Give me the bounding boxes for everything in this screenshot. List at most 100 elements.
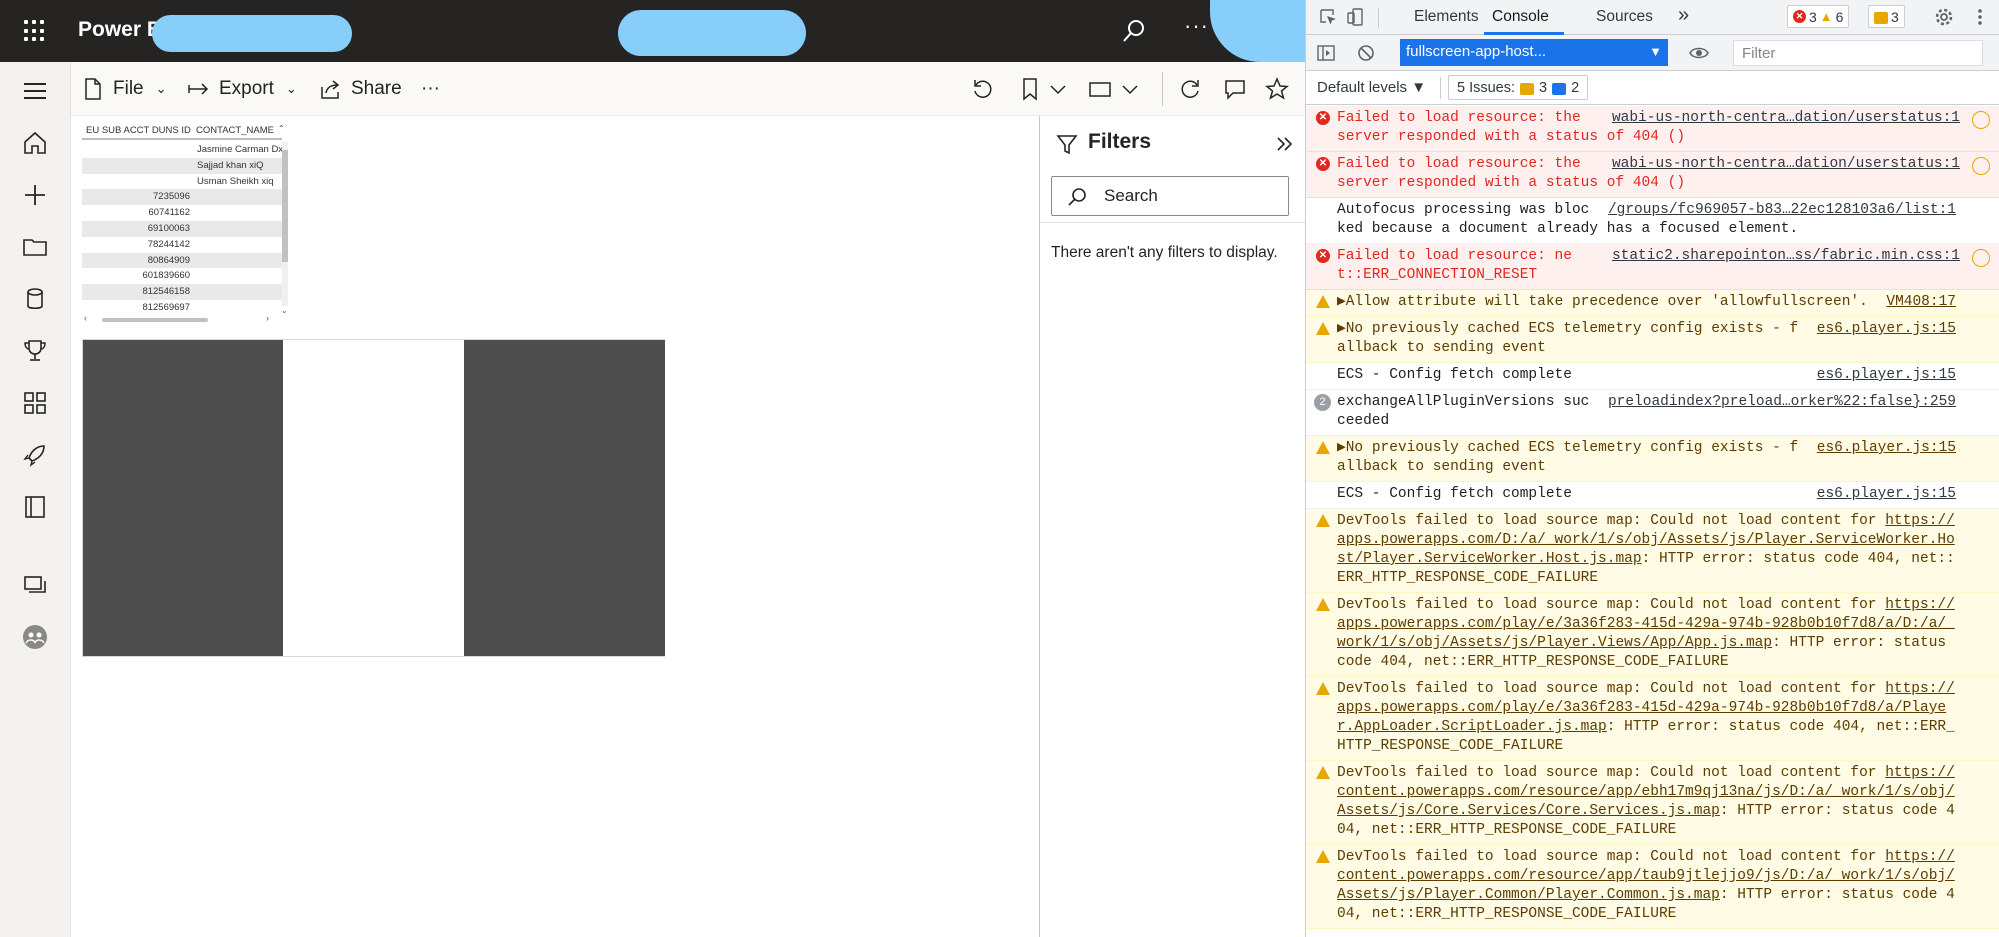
console-message-warn[interactable]: DevTools failed to load source map: Coul… — [1306, 677, 1999, 761]
console-message-warn[interactable]: DevTools failed to load source map: Coul… — [1306, 761, 1999, 845]
table-row[interactable]: Jasmine Carman Dxi — [82, 142, 283, 158]
filters-search-input[interactable]: Search — [1051, 176, 1289, 216]
scrollbar-thumb[interactable] — [102, 318, 208, 322]
issue-icon — [1874, 11, 1888, 24]
chevron-down-icon[interactable] — [1118, 77, 1142, 101]
tab-elements[interactable]: Elements — [1414, 8, 1479, 26]
table-row[interactable]: 812546158 — [82, 284, 282, 300]
source-link[interactable]: es6.player.js:15 — [1817, 439, 1956, 458]
scroll-down-icon[interactable]: ⌄ — [281, 306, 288, 315]
reset-icon[interactable] — [971, 77, 995, 101]
home-icon[interactable] — [22, 130, 48, 156]
console-message-info[interactable]: 2 preloadindex?preload…orker%22:false}:25… — [1306, 390, 1999, 436]
console-message-warn[interactable]: DevTools failed to load source map: Coul… — [1306, 509, 1999, 593]
horizontal-scrollbar[interactable]: ‹ › — [82, 313, 282, 324]
table-row[interactable]: 80864909 — [82, 252, 282, 269]
console-filter-input[interactable]: Filter — [1733, 40, 1983, 66]
console-message-warn[interactable]: DevTools failed to load source map: Coul… — [1306, 845, 1999, 929]
more-tabs-icon[interactable]: » — [1678, 4, 1689, 27]
share-button[interactable]: Share — [319, 75, 402, 103]
tab-sources[interactable]: Sources — [1596, 8, 1653, 26]
goals-trophy-icon[interactable] — [22, 338, 48, 364]
issues-counter-button[interactable]: 5 Issues: 3 2 — [1448, 75, 1589, 100]
app-launcher-icon[interactable] — [22, 18, 48, 44]
clear-console-icon[interactable] — [1356, 43, 1376, 63]
source-link[interactable]: /groups/fc969057-b83…22ec128103a6/list:1 — [1608, 201, 1956, 220]
scroll-left-icon[interactable]: ‹ — [84, 313, 87, 323]
contact-name-cell: Sajjad khan xiQ — [197, 159, 264, 171]
console-message-error[interactable]: ✕ static2.sharepointon…ss/fabric.min.css:… — [1306, 244, 1999, 290]
comment-icon[interactable] — [1223, 77, 1247, 101]
refresh-icon[interactable] — [1178, 77, 1202, 101]
sidebar-toggle-icon[interactable] — [1316, 43, 1336, 63]
favorite-star-icon[interactable] — [1265, 77, 1289, 101]
browse-folder-icon[interactable] — [22, 234, 48, 260]
empty-filters-message: There aren't any filters to display. — [1051, 244, 1278, 261]
source-link[interactable]: es6.player.js:15 — [1817, 320, 1956, 339]
scrollbar-thumb[interactable] — [282, 150, 288, 262]
source-link[interactable]: static2.sharepointon…ss/fabric.min.css:1 — [1612, 247, 1960, 266]
console-message-warn[interactable]: es6.player.js:15 ▶No previously cached EC… — [1306, 436, 1999, 482]
source-link[interactable]: es6.player.js:15 — [1817, 485, 1956, 504]
device-toolbar-icon[interactable] — [1346, 7, 1366, 27]
message-text: ▶No previously cached ECS telemetry conf… — [1337, 321, 1799, 356]
more-vertical-icon[interactable] — [1970, 7, 1990, 27]
console-message-error[interactable]: ✕ wabi-us-north-centra…dation/userstatus:… — [1306, 152, 1999, 198]
context-selector[interactable]: fullscreen-app-host... ▼ — [1400, 39, 1668, 66]
bookmark-icon[interactable] — [1018, 77, 1042, 101]
hamburger-menu-icon[interactable] — [22, 78, 48, 104]
network-request-icon[interactable] — [1972, 249, 1990, 267]
table-row[interactable]: 812569697 — [82, 300, 282, 316]
image-visual[interactable] — [82, 339, 665, 657]
error-icon: ✕ — [1316, 111, 1330, 125]
apps-icon[interactable] — [22, 390, 48, 416]
inspect-element-icon[interactable] — [1318, 7, 1338, 27]
console-message-info[interactable]: /groups/fc969057-b83…22ec128103a6/list:1… — [1306, 198, 1999, 244]
file-menu[interactable]: File ⌄ — [81, 75, 167, 103]
view-icon[interactable] — [1088, 77, 1112, 101]
settings-gear-icon[interactable] — [1934, 7, 1954, 27]
network-request-icon[interactable] — [1972, 157, 1990, 175]
workspace-avatar-icon[interactable] — [22, 624, 48, 650]
console-message-warn[interactable]: es6.player.js:15 ▶No previously cached EC… — [1306, 317, 1999, 363]
console-message-error[interactable]: ✕ wabi-us-north-centra…dation/userstatus:… — [1306, 106, 1999, 152]
table-row[interactable]: 7235096 — [82, 189, 282, 206]
live-expression-eye-icon[interactable] — [1689, 43, 1709, 63]
table-row[interactable]: 60741162 — [82, 205, 282, 221]
source-link[interactable]: preloadindex?preload…orker%22:false}:259 — [1608, 393, 1956, 412]
network-request-icon[interactable] — [1972, 111, 1990, 129]
source-link[interactable]: es6.player.js:15 — [1817, 366, 1956, 385]
workspaces-icon[interactable] — [22, 572, 48, 598]
error-warning-badge[interactable]: ✕ 3 ▲ 6 — [1787, 5, 1850, 28]
console-message-warn[interactable]: DevTools failed to load source map: Coul… — [1306, 593, 1999, 677]
log-levels-dropdown[interactable]: Default levels ▼ — [1317, 79, 1426, 96]
search-icon[interactable] — [1121, 18, 1147, 44]
source-link[interactable]: wabi-us-north-centra…dation/userstatus:1 — [1612, 109, 1960, 128]
table-row[interactable]: Usman Sheikh xiq — [82, 174, 282, 190]
table-row[interactable]: Sajjad khan xiQ — [82, 157, 282, 174]
create-icon[interactable] — [22, 182, 48, 208]
column-header[interactable]: EU SUB ACCT DUNS ID — [86, 125, 191, 136]
more-options-icon[interactable]: ··· — [1184, 13, 1209, 39]
issues-badge[interactable]: 3 — [1868, 5, 1905, 28]
table-visual[interactable]: EU SUB ACCT DUNS ID CONTACT_NAME ⌃ Jasmi… — [82, 120, 288, 326]
source-link[interactable]: VM408:17 — [1886, 293, 1956, 312]
vertical-scrollbar[interactable] — [282, 142, 288, 306]
console-message-warn[interactable]: VM408:17 ▶Allow attribute will take prece… — [1306, 290, 1999, 317]
learn-book-icon[interactable] — [22, 494, 48, 520]
source-link[interactable]: wabi-us-north-centra…dation/userstatus:1 — [1612, 155, 1960, 174]
collapse-pane-icon[interactable] — [1274, 132, 1296, 156]
deployment-rocket-icon[interactable] — [22, 442, 48, 468]
console-message-info[interactable]: es6.player.js:15 ECS - Config fetch compl… — [1306, 363, 1999, 390]
more-commands-icon[interactable]: ··· — [421, 75, 440, 103]
column-header[interactable]: CONTACT_NAME — [196, 125, 274, 136]
datahub-icon[interactable] — [22, 286, 48, 312]
scroll-right-icon[interactable]: › — [266, 313, 269, 323]
console-message-info[interactable]: es6.player.js:15 ECS - Config fetch compl… — [1306, 482, 1999, 509]
table-row[interactable]: 78244142 — [82, 237, 282, 253]
export-menu[interactable]: Export ⌄ — [187, 75, 297, 103]
chevron-down-icon[interactable] — [1046, 77, 1070, 101]
table-row[interactable]: 69100063 — [82, 221, 282, 237]
tab-console[interactable]: Console — [1492, 8, 1549, 26]
table-row[interactable]: 601839660 — [82, 268, 282, 284]
